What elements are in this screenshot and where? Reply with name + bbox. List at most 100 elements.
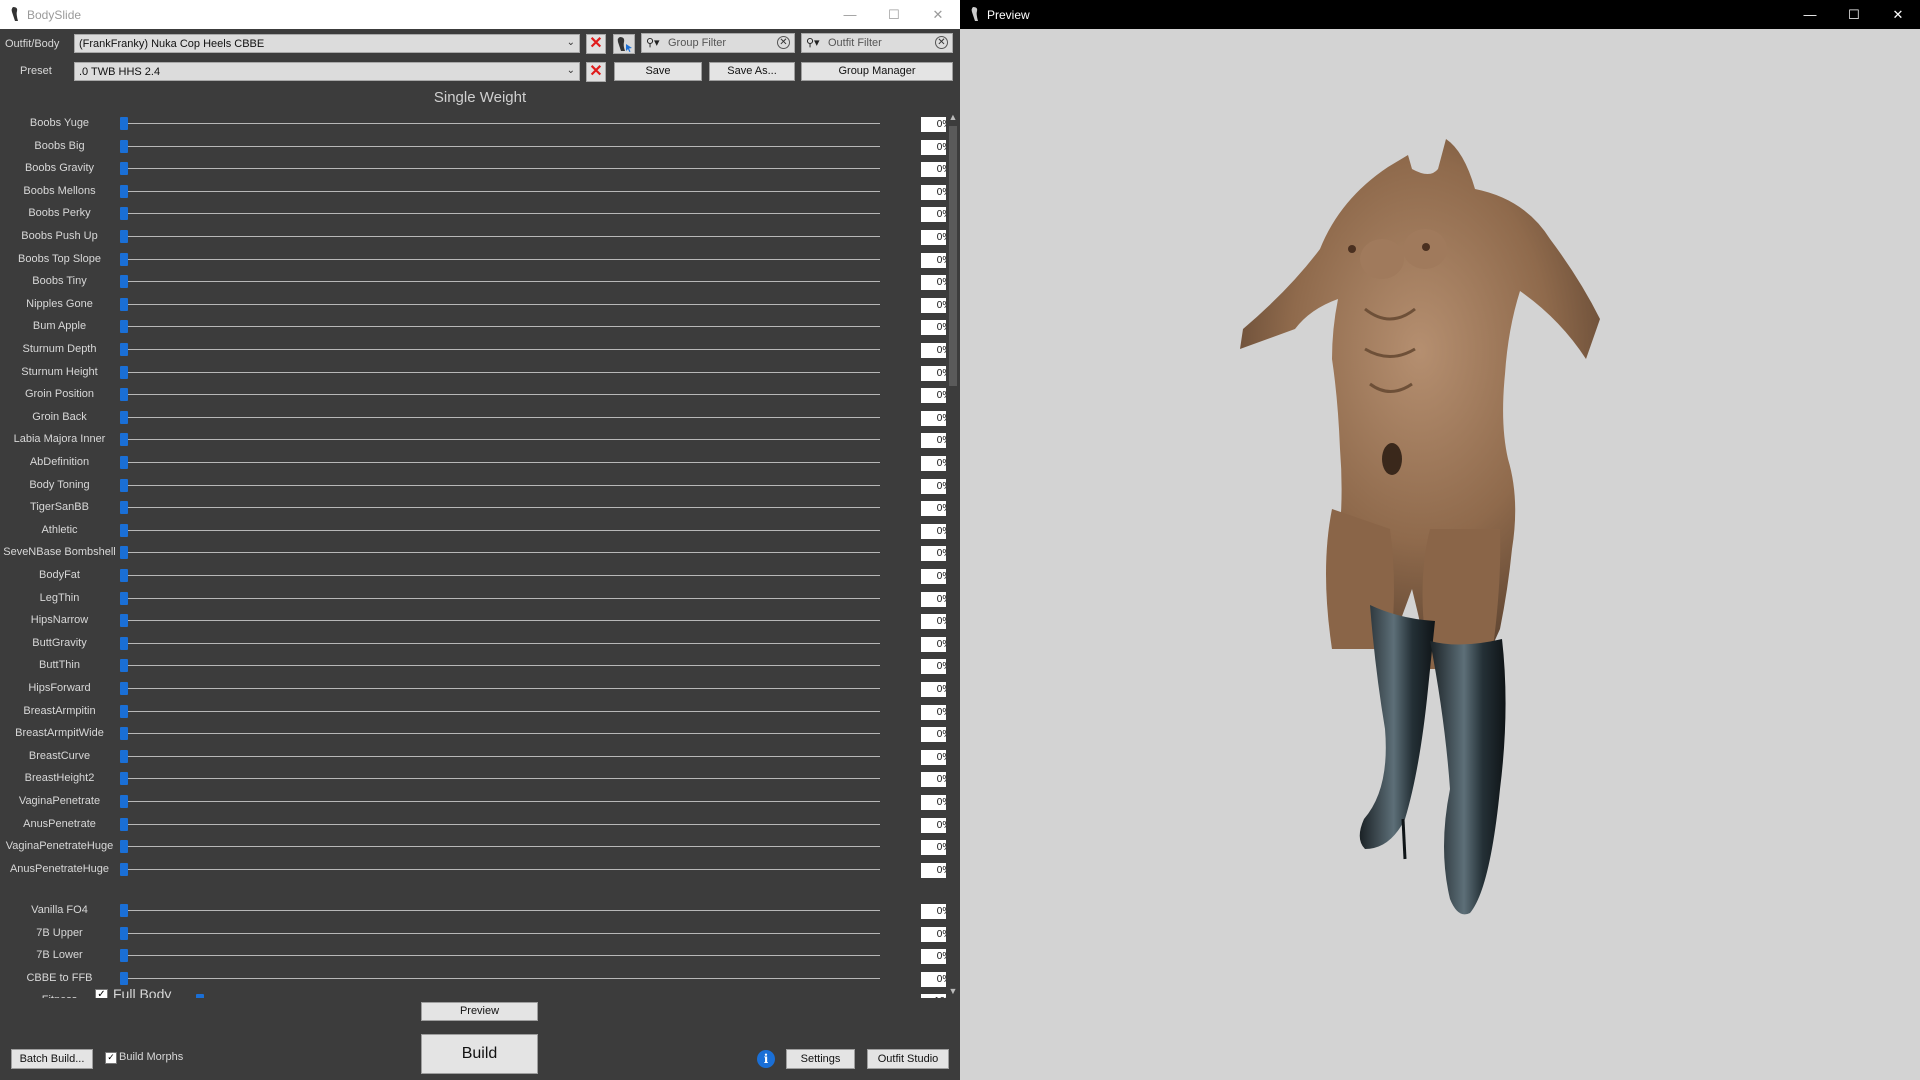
slider-track[interactable] <box>122 597 880 599</box>
slider-thumb[interactable] <box>120 727 128 741</box>
minimize-button[interactable]: — <box>828 0 872 29</box>
close-button[interactable]: ✕ <box>1876 0 1920 29</box>
slider-value-field[interactable]: 0% <box>921 659 946 675</box>
slider-value-field[interactable]: 0% <box>921 749 946 765</box>
slider-thumb[interactable] <box>120 388 128 402</box>
slider-thumb[interactable] <box>120 139 128 153</box>
slider-thumb[interactable] <box>120 682 128 695</box>
slider-track[interactable] <box>122 529 880 531</box>
slider-thumb[interactable] <box>120 749 128 763</box>
slider-value-field[interactable]: 0% <box>921 772 946 788</box>
preset-dropdown[interactable]: .0 TWB HHS 2.4 ⌄ <box>74 62 580 81</box>
slider-track[interactable] <box>122 710 880 712</box>
scroll-up-arrow-icon[interactable]: ▲ <box>946 110 960 124</box>
slider-thumb[interactable] <box>120 456 128 469</box>
clear-outfit-filter-icon[interactable]: ✕ <box>935 36 948 49</box>
3d-preview-viewport[interactable] <box>960 29 1920 1080</box>
slider-track[interactable] <box>122 213 880 215</box>
minimize-button[interactable]: — <box>1788 0 1832 29</box>
slider-value-field[interactable]: 0% <box>921 207 946 223</box>
slider-track[interactable] <box>122 910 880 911</box>
slider-thumb[interactable] <box>120 297 128 311</box>
slider-track[interactable] <box>122 168 880 170</box>
slider-track[interactable] <box>122 977 880 979</box>
slider-thumb[interactable] <box>120 433 128 447</box>
preview-button[interactable]: Preview <box>421 1002 538 1021</box>
slider-thumb[interactable] <box>120 704 128 718</box>
slider-value-field[interactable]: 0% <box>921 904 946 919</box>
slider-value-field[interactable]: 0% <box>921 343 946 358</box>
outfit-filter-input[interactable]: ⚲▾ Outfit Filter ✕ <box>801 33 953 53</box>
delete-preset-button[interactable]: ✕ <box>586 62 606 82</box>
slider-value-field[interactable]: 0% <box>921 727 946 743</box>
save-as-button[interactable]: Save As... <box>709 62 795 81</box>
slider-thumb[interactable] <box>120 971 128 985</box>
slider-value-field[interactable]: 0% <box>921 704 946 720</box>
slider-track[interactable] <box>122 801 880 802</box>
slider-value-field[interactable]: 0% <box>921 926 946 942</box>
outfit-studio-button[interactable]: Outfit Studio <box>867 1049 949 1069</box>
slider-thumb[interactable] <box>120 343 128 356</box>
slider-value-field[interactable]: 0% <box>921 682 946 697</box>
slider-value-field[interactable]: 0% <box>921 139 946 155</box>
slider-thumb[interactable] <box>120 184 128 198</box>
slider-track[interactable] <box>122 868 880 870</box>
slider-track[interactable] <box>122 258 880 260</box>
slider-thumb[interactable] <box>120 949 128 963</box>
slider-value-field[interactable]: 0% <box>921 252 946 268</box>
slider-thumb[interactable] <box>120 162 128 176</box>
slider-track[interactable] <box>122 439 880 441</box>
slider-value-field[interactable]: 0% <box>921 862 946 878</box>
slider-value-field[interactable]: 0% <box>921 795 946 810</box>
slider-value-field[interactable]: 0% <box>921 456 946 471</box>
slider-value-field[interactable]: 0% <box>921 614 946 630</box>
slider-track[interactable] <box>122 642 880 644</box>
group-manager-button[interactable]: Group Manager <box>801 62 953 81</box>
save-button[interactable]: Save <box>614 62 702 81</box>
slider-value-field[interactable]: 0% <box>921 162 946 178</box>
slider-value-field[interactable]: 0% <box>921 230 946 245</box>
slider-track[interactable] <box>122 123 880 124</box>
close-button[interactable]: ✕ <box>916 0 960 29</box>
slider-track[interactable] <box>122 281 880 283</box>
slider-track[interactable] <box>122 755 880 757</box>
maximize-button[interactable]: ☐ <box>1832 0 1876 29</box>
slider-track[interactable] <box>122 145 880 147</box>
maximize-button[interactable]: ☐ <box>872 0 916 29</box>
slider-track[interactable] <box>122 665 880 667</box>
clear-outfit-button[interactable]: ✕ <box>586 34 606 54</box>
slider-thumb[interactable] <box>120 546 128 560</box>
slider-thumb[interactable] <box>120 772 128 786</box>
slider-track[interactable] <box>122 688 880 689</box>
slider-track[interactable] <box>122 484 880 486</box>
slider-thumb[interactable] <box>120 275 128 289</box>
slider-value-field[interactable]: 0% <box>921 636 946 652</box>
slider-thumb[interactable] <box>120 659 128 673</box>
slider-thumb[interactable] <box>120 904 128 917</box>
slider-value-field[interactable]: 0% <box>921 817 946 833</box>
slider-track[interactable] <box>122 575 880 576</box>
slider-track[interactable] <box>122 620 880 622</box>
slider-thumb[interactable] <box>120 862 128 876</box>
slider-value-field[interactable]: 0% <box>921 523 946 539</box>
slider-track[interactable] <box>122 394 880 396</box>
slider-thumb[interactable] <box>120 614 128 628</box>
slider-track[interactable] <box>122 778 880 780</box>
slider-value-field[interactable]: 10% <box>921 994 946 998</box>
slider-thumb[interactable] <box>120 478 128 492</box>
slider-thumb[interactable] <box>120 365 128 379</box>
slider-thumb[interactable] <box>120 795 128 808</box>
slider-track[interactable] <box>122 416 880 418</box>
slider-value-field[interactable]: 0% <box>921 184 946 200</box>
slider-value-field[interactable]: 0% <box>921 117 946 132</box>
slider-value-field[interactable]: 0% <box>921 275 946 291</box>
slider-track[interactable] <box>122 303 880 305</box>
slider-thumb[interactable] <box>120 523 128 537</box>
slider-value-field[interactable]: 0% <box>921 949 946 965</box>
info-icon[interactable]: i <box>757 1050 775 1068</box>
slider-thumb[interactable] <box>195 994 204 998</box>
slider-thumb[interactable] <box>120 320 128 334</box>
slider-value-field[interactable]: 0% <box>921 840 946 856</box>
slider-track[interactable] <box>122 846 880 848</box>
slider-value-field[interactable]: 0% <box>921 320 946 336</box>
